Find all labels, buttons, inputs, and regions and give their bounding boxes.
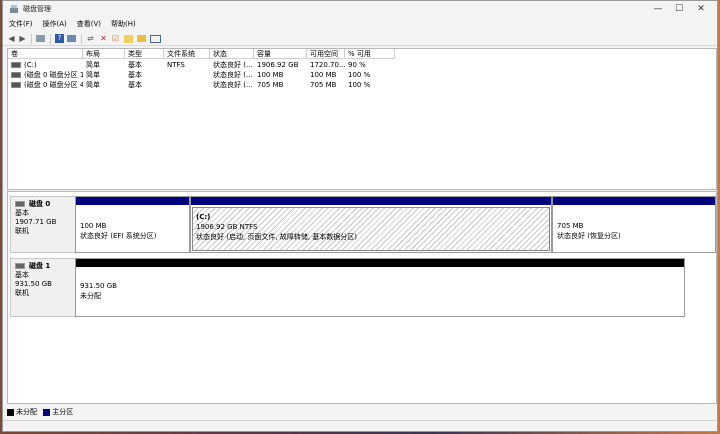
status-cell: 状态良好 (... bbox=[213, 61, 253, 69]
legend-label: 未分配 bbox=[16, 408, 37, 416]
list-icon[interactable] bbox=[36, 35, 45, 42]
view-icon[interactable] bbox=[150, 35, 161, 43]
type-cell: 基本 bbox=[128, 61, 142, 69]
table-row[interactable]: (C:) 简单 基本 NTFS 状态良好 (... 1906.92 GB 172… bbox=[8, 60, 716, 70]
status-bar bbox=[3, 420, 717, 433]
capacity-cell: 705 MB bbox=[257, 81, 284, 89]
check-icon[interactable]: ☑ bbox=[111, 34, 120, 43]
partition-title: (C:) bbox=[196, 213, 211, 221]
capacity-cell: 100 MB bbox=[257, 71, 284, 79]
legend: 未分配 主分区 bbox=[7, 406, 715, 418]
partition-type-bar bbox=[553, 197, 715, 205]
disk-management-window: 磁盘管理 — ☐ ✕ 文件(F) 操作(A) 查看(V) 帮助(H) ◀ ▶ ? ⇌ … bbox=[2, 0, 718, 432]
status-cell: 状态良好 (... bbox=[213, 81, 253, 89]
disk-status: 联机 bbox=[15, 227, 29, 235]
disk-name: 磁盘 0 bbox=[29, 200, 51, 208]
disk-size: 931.50 GB bbox=[15, 280, 52, 288]
column-header-volume[interactable]: 卷 bbox=[8, 49, 83, 59]
volume-cell: (磁盘 0 磁盘分区 1) bbox=[11, 70, 83, 80]
percent-free-cell: 100 % bbox=[348, 81, 371, 89]
toolbar-separator bbox=[81, 34, 82, 44]
free-space-cell: 100 MB bbox=[310, 71, 337, 79]
disk-size: 1907.71 GB bbox=[15, 218, 57, 226]
partition-unallocated[interactable]: 931.50 GB 未分配 bbox=[75, 258, 685, 317]
partition-status: 状态良好 (启动, 页面文件, 故障转储, 基本数据分区) bbox=[196, 233, 358, 241]
column-header-free-space[interactable]: 可用空间 bbox=[307, 49, 345, 59]
back-icon[interactable]: ◀ bbox=[7, 34, 16, 43]
volume-list: 卷 布局 类型 文件系统 状态 容量 可用空间 % 可用 (C:) 简单 基本 … bbox=[7, 48, 717, 190]
column-header-status[interactable]: 状态 bbox=[210, 49, 254, 59]
column-header-capacity[interactable]: 容量 bbox=[254, 49, 307, 59]
title-bar: 磁盘管理 — ☐ ✕ bbox=[3, 1, 717, 17]
partition-efi[interactable]: 100 MB 状态良好 (EFI 系统分区) bbox=[75, 196, 190, 253]
table-row[interactable]: (磁盘 0 磁盘分区 4) 简单 基本 状态良好 (... 705 MB 705… bbox=[8, 80, 716, 90]
forward-icon[interactable]: ▶ bbox=[18, 34, 27, 43]
partition-type-bar bbox=[76, 259, 684, 267]
toolbar: ◀ ▶ ? ⇌ ✕ ☑ bbox=[3, 32, 717, 46]
disk-status: 联机 bbox=[15, 289, 29, 297]
help-icon[interactable]: ? bbox=[55, 34, 64, 43]
column-header-percent-free[interactable]: % 可用 bbox=[345, 49, 395, 59]
column-header-filesystem[interactable]: 文件系统 bbox=[164, 49, 210, 59]
menu-view[interactable]: 查看(V) bbox=[73, 18, 105, 31]
partition-status: 未分配 bbox=[80, 292, 101, 300]
table-row[interactable]: (磁盘 0 磁盘分区 1) 简单 基本 状态良好 (... 100 MB 100… bbox=[8, 70, 716, 80]
disk-type: 基本 bbox=[15, 271, 29, 279]
layout-cell: 简单 bbox=[86, 71, 100, 79]
free-space-cell: 705 MB bbox=[310, 81, 337, 89]
connect-icon[interactable]: ⇌ bbox=[86, 34, 95, 43]
column-header-layout[interactable]: 布局 bbox=[83, 49, 125, 59]
partition-type-bar bbox=[191, 197, 551, 205]
partition-status: 状态良好 (EFI 系统分区) bbox=[80, 232, 157, 240]
layout-cell: 简单 bbox=[86, 81, 100, 89]
close-button[interactable]: ✕ bbox=[686, 1, 716, 17]
properties-icon[interactable] bbox=[67, 35, 76, 42]
disk-icon bbox=[15, 263, 25, 269]
disk-graphical-view: 磁盘 0 基本 1907.71 GB 联机 100 MB 状态良好 (EFI 系… bbox=[7, 191, 717, 404]
menu-help[interactable]: 帮助(H) bbox=[107, 18, 140, 31]
percent-free-cell: 100 % bbox=[348, 71, 371, 79]
disk-name: 磁盘 1 bbox=[29, 262, 51, 270]
partition-c[interactable]: (C:) 1906.92 GB NTFS 状态良好 (启动, 页面文件, 故障转… bbox=[190, 196, 552, 253]
menu-bar: 文件(F) 操作(A) 查看(V) 帮助(H) bbox=[3, 18, 717, 31]
toolbar-separator bbox=[50, 34, 51, 44]
layout-cell: 简单 bbox=[86, 61, 100, 69]
drive-icon bbox=[11, 62, 21, 68]
type-cell: 基本 bbox=[128, 81, 142, 89]
type-cell: 基本 bbox=[128, 71, 142, 79]
partition-type-bar bbox=[76, 197, 189, 205]
partition-size: 1906.92 GB NTFS bbox=[196, 223, 258, 231]
legend-swatch-primary bbox=[43, 408, 51, 416]
disk-1-label[interactable]: 磁盘 1 基本 931.50 GB 联机 bbox=[10, 258, 76, 317]
folder-icon[interactable] bbox=[137, 35, 146, 42]
disk-type: 基本 bbox=[15, 209, 29, 217]
disk-icon bbox=[15, 201, 25, 207]
column-header-type[interactable]: 类型 bbox=[125, 49, 164, 59]
status-cell: 状态良好 (... bbox=[213, 71, 253, 79]
menu-action[interactable]: 操作(A) bbox=[39, 18, 71, 31]
partition-recovery[interactable]: 705 MB 状态良好 (恢复分区) bbox=[552, 196, 716, 253]
volume-cell: (磁盘 0 磁盘分区 4) bbox=[11, 80, 83, 90]
free-space-cell: 1720.70... bbox=[310, 61, 346, 69]
menu-file[interactable]: 文件(F) bbox=[5, 18, 37, 31]
volume-cell: (C:) bbox=[11, 60, 83, 70]
window-title: 磁盘管理 bbox=[23, 5, 51, 13]
drive-icon bbox=[11, 82, 21, 88]
legend-label: 主分区 bbox=[52, 408, 74, 416]
filesystem-cell: NTFS bbox=[167, 61, 185, 69]
drive-icon bbox=[11, 72, 21, 78]
disk-management-icon bbox=[10, 5, 18, 13]
toolbar-separator bbox=[31, 34, 32, 44]
delete-icon[interactable]: ✕ bbox=[99, 34, 108, 43]
partition-status: 状态良好 (恢复分区) bbox=[557, 232, 621, 240]
capacity-cell: 1906.92 GB bbox=[257, 61, 299, 69]
disk-0-label[interactable]: 磁盘 0 基本 1907.71 GB 联机 bbox=[10, 196, 76, 253]
partition-size: 705 MB bbox=[557, 222, 584, 230]
partition-size: 931.50 GB bbox=[80, 282, 117, 290]
partition-size: 100 MB bbox=[80, 222, 107, 230]
legend-swatch-unallocated bbox=[7, 408, 14, 416]
new-icon[interactable] bbox=[124, 35, 133, 43]
percent-free-cell: 90 % bbox=[348, 61, 366, 69]
